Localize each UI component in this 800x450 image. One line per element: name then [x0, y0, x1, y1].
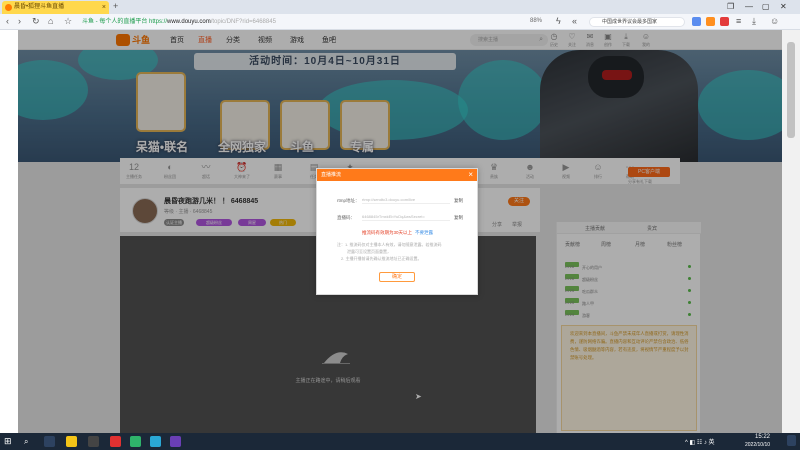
restore-icon[interactable]: ❐: [727, 2, 734, 11]
copy-code-button[interactable]: 复制: [454, 215, 463, 221]
search-icon[interactable]: ⌕: [24, 436, 35, 447]
task-view-icon[interactable]: [44, 436, 55, 447]
minimize-button[interactable]: —: [745, 2, 753, 11]
dialog-title: 直播推流: [321, 172, 342, 178]
browser-tab-bar: 晨昏•狐狸斗鱼直播 × + ❐ — ▢ ✕: [0, 0, 800, 14]
copy-rtmp-button[interactable]: 复制: [454, 198, 463, 204]
home-icon[interactable]: ⌂: [48, 16, 53, 26]
bolt-icon[interactable]: ϟ: [556, 16, 561, 26]
windows-start-icon[interactable]: ⊞: [4, 436, 15, 447]
tab-title: 晨昏•狐狸斗鱼直播: [14, 4, 65, 10]
tab-close-icon[interactable]: ×: [102, 1, 106, 14]
browser-search-box[interactable]: 中国成世界议会最多国家: [589, 17, 685, 27]
maximize-button[interactable]: ▢: [762, 2, 770, 11]
warning-text: 推流码有效期为30天以上: [362, 230, 413, 235]
note-line: 泄露可至设置页面重置，: [347, 249, 391, 254]
notification-icon[interactable]: [787, 435, 796, 446]
url-path: /topic/DNF?rid=6468845: [210, 19, 276, 25]
file-explorer-icon[interactable]: [66, 436, 77, 447]
extension-icon[interactable]: [692, 17, 701, 26]
confirm-button[interactable]: 确定: [379, 272, 415, 282]
netease-music-icon[interactable]: [110, 436, 121, 447]
douyu-favicon-icon: [5, 4, 12, 11]
url-field[interactable]: 斗鱼 - 每个人的直播平台 https://www.douyu.com/topi…: [82, 16, 522, 28]
url-host: www.douyu.com: [167, 19, 211, 25]
tray-icons[interactable]: ^ ◧ ☷ ♪ 英: [685, 437, 715, 446]
url-secure: 斗鱼 - 每个人的直播平台 https://: [82, 19, 168, 25]
address-bar: ‹ › ↻ ⌂ ☆ 斗鱼 - 每个人的直播平台 https://www.douy…: [0, 14, 800, 30]
windows-taskbar: ⊞ ⌕ ^ ◧ ☷ ♪ 英 15:22 2022/10/10: [0, 433, 800, 450]
extension-icon[interactable]: [706, 17, 715, 26]
close-window-button[interactable]: ✕: [780, 2, 787, 11]
menu-icon[interactable]: ≡: [736, 16, 741, 26]
clock-date[interactable]: 2022/10/10: [745, 442, 770, 448]
note-line: 2. 主播开播前请先确认推流地址已正确设置。: [341, 256, 422, 261]
back-icon[interactable]: ‹: [6, 16, 9, 26]
stream-code-field[interactable]: 6468845rTmxkEbYuDq&wsSecret=: [362, 212, 450, 221]
close-icon[interactable]: ×: [468, 169, 473, 181]
download-icon[interactable]: ⤓: [752, 16, 756, 27]
star-icon[interactable]: ☆: [64, 16, 72, 27]
extension-icon[interactable]: [720, 17, 729, 26]
page-scrollbar[interactable]: [782, 30, 800, 433]
browser-tab[interactable]: 晨昏•狐狸斗鱼直播 ×: [2, 1, 109, 14]
dialog-header: 直播推流 ×: [317, 169, 477, 181]
forward-icon[interactable]: ›: [18, 16, 21, 26]
obs-icon[interactable]: [170, 436, 181, 447]
browser-search-text: 中国成世界议会最多国家: [602, 19, 658, 25]
scrollbar-thumb[interactable]: [787, 42, 795, 138]
app-icon[interactable]: [130, 436, 141, 447]
rtmp-label: rtmp地址：: [337, 198, 360, 203]
clock-time[interactable]: 15:22: [755, 434, 770, 440]
code-label: 直播码：: [337, 215, 355, 220]
chevron-left-icon[interactable]: «: [572, 16, 577, 26]
rtmp-field[interactable]: rtmp://sendtc3.douyu.com/live: [362, 195, 450, 204]
note-line: 注：1. 推流码仅对主播本人有效，请勿随意泄露。若推流码: [337, 242, 442, 247]
new-tab-button[interactable]: +: [113, 1, 118, 11]
user-icon[interactable]: ☺: [770, 16, 779, 26]
edge-browser-icon[interactable]: [150, 436, 161, 447]
zoom-level[interactable]: 88%: [530, 18, 542, 24]
stream-key-dialog: 直播推流 × rtmp地址： rtmp://sendtc3.douyu.com/…: [316, 168, 478, 295]
app-icon[interactable]: [88, 436, 99, 447]
refresh-icon[interactable]: ↻: [32, 16, 40, 27]
warning-link[interactable]: 不要泄露: [415, 230, 433, 236]
